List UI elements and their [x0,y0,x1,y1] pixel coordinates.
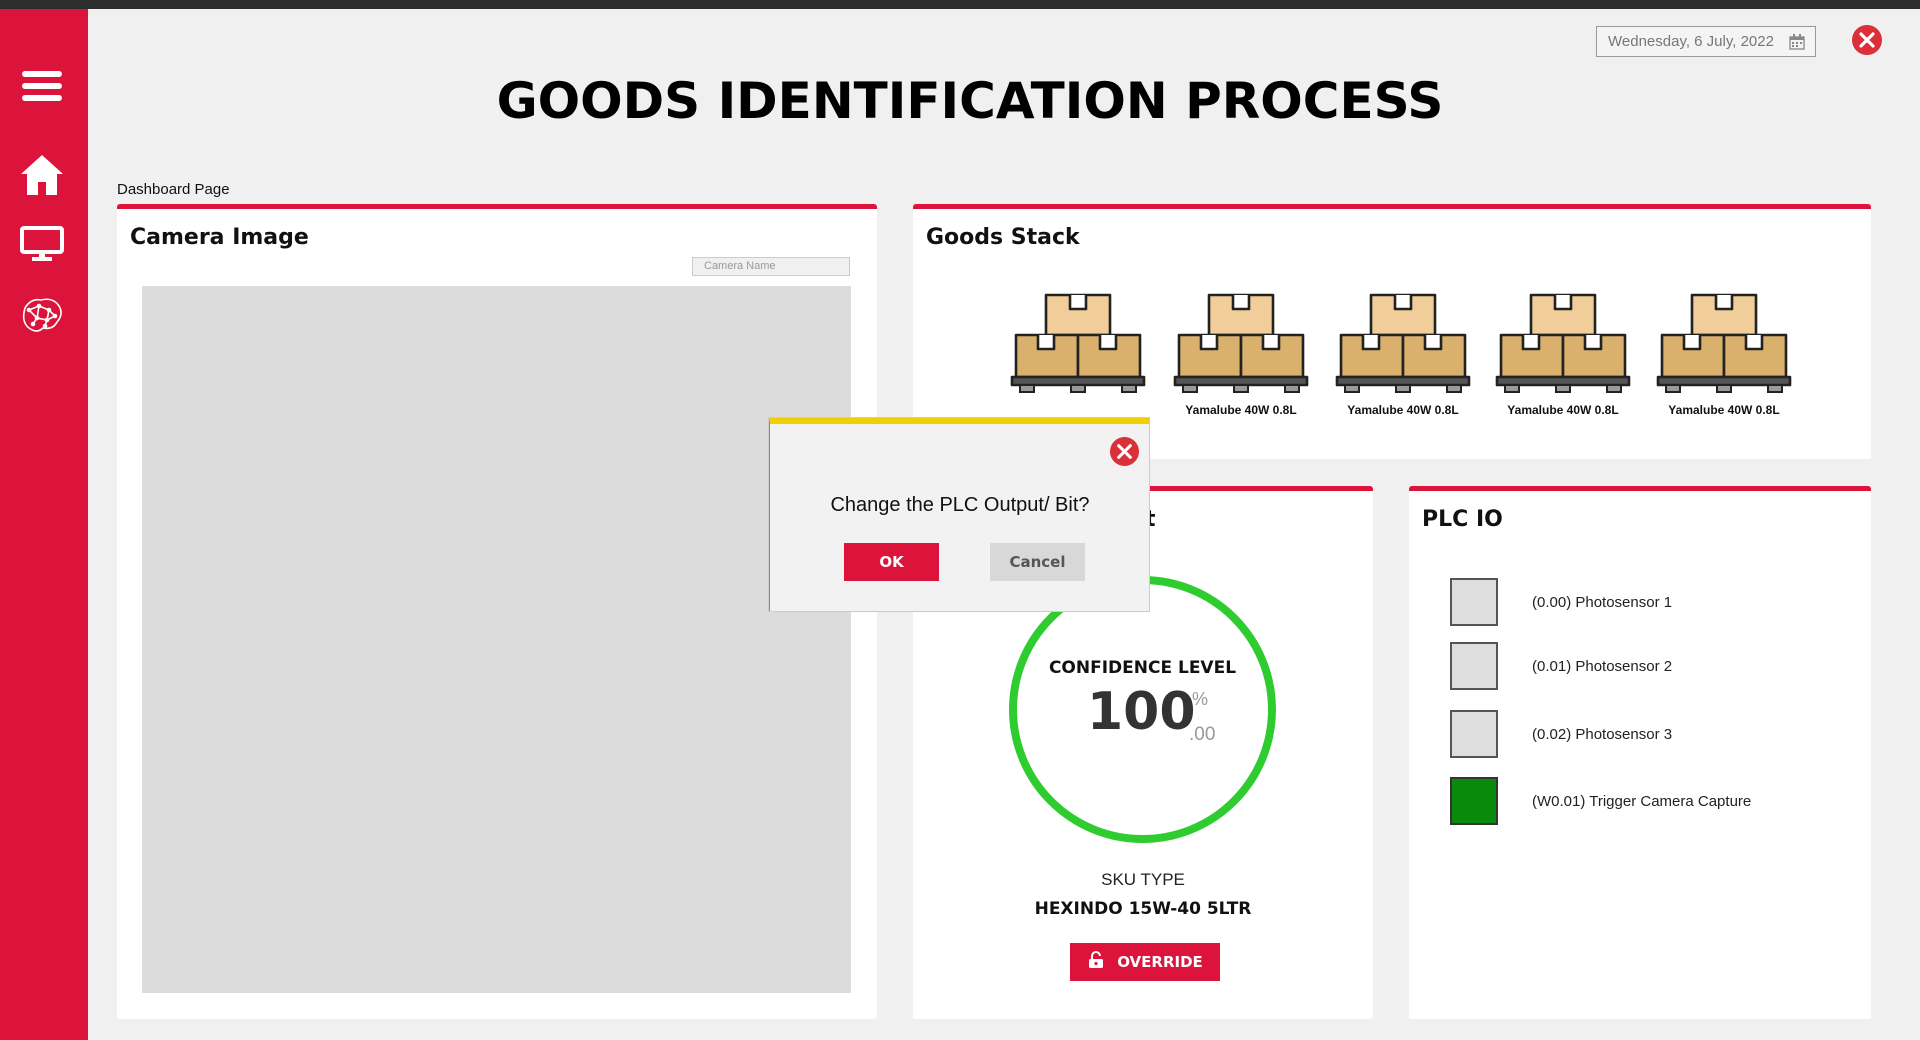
pallet-boxes-icon [1166,291,1316,395]
sidebar [0,9,88,1040]
io-label: (0.01) Photosensor 2 [1532,657,1673,675]
confidence-decimal: .00 [1189,724,1216,745]
camera-card-title: Camera Image [130,225,309,250]
pallet-item: Yamalube 40W 0.8L [1649,291,1799,417]
pallet-label: Yamalube 40W 0.8L [1347,403,1459,417]
plc-io-row: (0.02) Photosensor 3 [1450,710,1672,758]
override-button[interactable]: OVERRIDE [1070,943,1220,981]
io-label: (0.00) Photosensor 1 [1532,593,1673,611]
pallet-boxes-icon [1328,291,1478,395]
dialog-ok-button[interactable]: OK [844,543,939,581]
plc-card-title: PLC IO [1422,507,1503,532]
confidence-gauge: CONFIDENCE LEVEL 100 % .00 [1009,576,1276,843]
monitor-icon[interactable] [14,222,70,266]
window-top-strip [0,0,1920,9]
plc-io-row: (0.00) Photosensor 1 [1450,578,1672,626]
confirm-dialog: Change the PLC Output/ Bit? OK Cancel [769,418,1149,611]
plc-io-row: (0.01) Photosensor 2 [1450,642,1672,690]
pallet-boxes-icon [1488,291,1638,395]
calendar-icon[interactable] [1789,34,1805,54]
pallet-label: Yamalube 40W 0.8L [1185,403,1297,417]
io-label: (0.02) Photosensor 3 [1532,725,1673,743]
pallet-label: Yamalube 40W 0.8L [1507,403,1619,417]
page-title: GOODS IDENTIFICATION PROCESS [496,72,1444,130]
pallet-label: Yamalube 40W 0.8L [1668,403,1780,417]
pallet-item: Yamalube 40W 0.8L [1328,291,1478,417]
io-status-indicator[interactable] [1450,578,1498,626]
dialog-cancel-button[interactable]: Cancel [990,543,1085,581]
dialog-close-icon[interactable] [1109,436,1140,467]
pallet-item [1003,291,1153,403]
io-label: (W0.01) Trigger Camera Capture [1532,792,1752,810]
sku-type-value: HEXINDO 15W-40 5LTR [1034,899,1252,919]
close-app-icon[interactable] [1851,24,1883,56]
io-status-indicator[interactable] [1450,777,1498,825]
pallet-item: Yamalube 40W 0.8L [1166,291,1316,417]
date-text: Wednesday, 6 July, 2022 [1608,33,1774,50]
unlock-icon [1087,951,1105,973]
pallet-boxes-icon [1003,291,1153,395]
io-status-indicator[interactable] [1450,710,1498,758]
io-status-indicator[interactable] [1450,642,1498,690]
plc-io-row: (W0.01) Trigger Camera Capture [1450,777,1751,825]
camera-name-field[interactable]: Camera Name [692,257,850,276]
goods-card-title: Goods Stack [926,225,1080,250]
sku-type-label: SKU TYPE [1101,870,1185,889]
home-icon[interactable] [14,149,70,201]
confidence-label: CONFIDENCE LEVEL [1048,658,1237,678]
confidence-unit: % [1192,689,1209,709]
date-picker[interactable]: Wednesday, 6 July, 2022 [1596,26,1816,57]
pallet-boxes-icon [1649,291,1799,395]
neural-network-icon[interactable] [14,293,70,337]
camera-image-card: Camera Image Camera Name [117,204,877,1019]
pallet-item: Yamalube 40W 0.8L [1488,291,1638,417]
confidence-value: 100 [1087,682,1196,742]
camera-image-view [142,286,851,993]
plc-io-card: PLC IO (0.00) Photosensor 1 (0.01) Photos… [1409,486,1871,1019]
dialog-message: Change the PLC Output/ Bit? [830,494,1090,516]
override-label: OVERRIDE [1117,953,1203,971]
breadcrumb: Dashboard Page [117,181,230,198]
